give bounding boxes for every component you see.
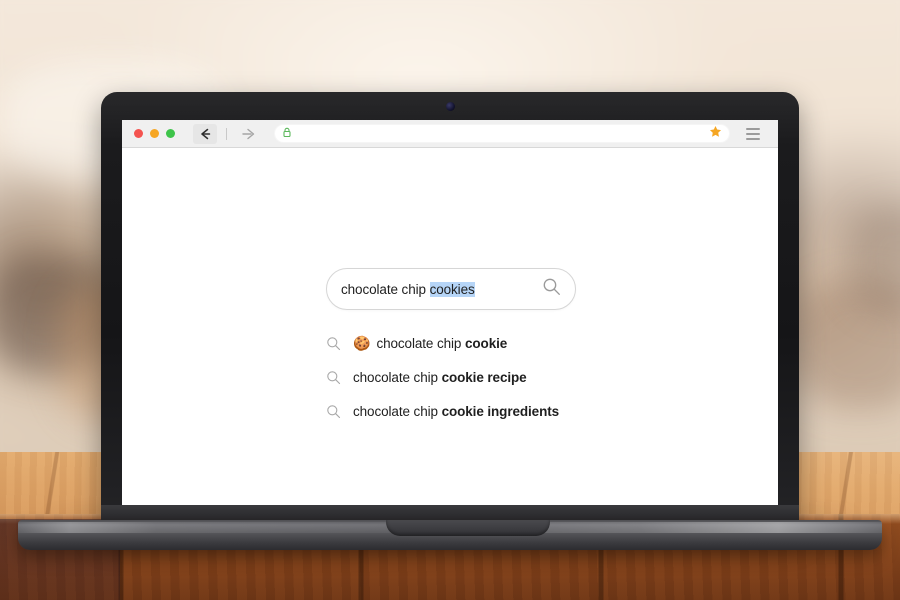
search-query-prefix: chocolate chip xyxy=(341,281,430,297)
base-front-notch xyxy=(386,520,550,536)
address-bar[interactable] xyxy=(274,124,730,143)
suggestion-highlight: cookie ingredients xyxy=(441,403,560,419)
cookie-emoji-icon: 🍪 xyxy=(353,335,371,351)
search-icon xyxy=(326,336,344,351)
laptop-base xyxy=(18,520,882,550)
search-query-selection: cookies xyxy=(429,281,475,297)
search-query-text: chocolate chip cookies xyxy=(341,281,536,297)
navigation-buttons xyxy=(193,123,260,144)
laptop-screen: chocolate chip cookies 🍪 chocolate chip … xyxy=(122,120,778,507)
minimize-window-button[interactable] xyxy=(150,129,159,138)
search-area: chocolate chip cookies xyxy=(326,268,576,310)
lock-icon xyxy=(282,125,292,143)
webcam-icon xyxy=(446,102,455,111)
arrow-left-icon xyxy=(201,128,211,139)
suggestion-text: chocolate chip cookie xyxy=(376,336,507,351)
arrow-right-icon xyxy=(242,128,255,139)
maximize-window-button[interactable] xyxy=(166,129,175,138)
window-controls xyxy=(134,129,175,138)
toolbar-divider xyxy=(226,127,227,140)
search-icon xyxy=(326,404,344,419)
suggestion-item-3[interactable]: chocolate chip cookie ingredients xyxy=(326,394,626,428)
search-input[interactable]: chocolate chip cookies xyxy=(326,268,576,310)
suggestion-text: chocolate chip cookie recipe xyxy=(353,370,527,385)
suggestion-highlight: cookie recipe xyxy=(441,369,527,385)
laptop-lid: chocolate chip cookies 🍪 chocolate chip … xyxy=(101,92,799,532)
forward-button[interactable] xyxy=(236,124,260,144)
menu-line-1 xyxy=(746,127,760,130)
page-content: chocolate chip cookies 🍪 chocolate chip … xyxy=(122,148,778,507)
browser-toolbar xyxy=(122,120,778,148)
suggestion-prefix: chocolate chip xyxy=(353,369,442,385)
menu-line-3 xyxy=(746,137,760,140)
background-object-6 xyxy=(848,205,900,315)
back-button[interactable] xyxy=(193,123,217,144)
close-window-button[interactable] xyxy=(134,129,143,138)
suggestion-prefix: chocolate chip xyxy=(376,335,465,351)
suggestion-highlight: cookie xyxy=(465,335,508,351)
suggestion-item-2[interactable]: chocolate chip cookie recipe xyxy=(326,360,626,394)
bookmark-star-icon[interactable] xyxy=(709,125,722,143)
suggestion-text: chocolate chip cookie ingredients xyxy=(353,404,559,419)
menu-line-2 xyxy=(746,132,760,135)
screenshot-stage: chocolate chip cookies 🍪 chocolate chip … xyxy=(0,0,900,600)
suggestion-prefix: chocolate chip xyxy=(353,403,442,419)
suggestion-item-1[interactable]: 🍪 chocolate chip cookie xyxy=(326,326,626,360)
hamburger-menu-icon[interactable] xyxy=(740,124,766,144)
search-icon[interactable] xyxy=(542,277,561,301)
search-icon xyxy=(326,370,344,385)
search-suggestions-list: 🍪 chocolate chip cookie chocolate chip c… xyxy=(326,326,626,428)
